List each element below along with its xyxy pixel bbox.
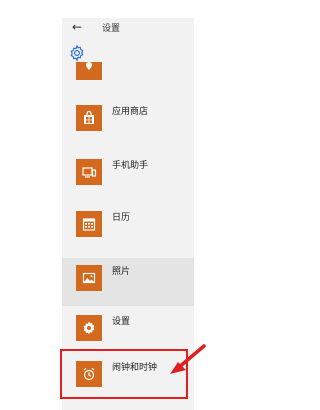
list-item-photos[interactable]: 照片 [62, 258, 194, 306]
app-label: 日历 [112, 213, 131, 223]
phone-companion-icon [76, 159, 102, 185]
app-label: 设置 [112, 317, 131, 327]
screenshot-page: ← 设置 应用商店 手机助手 日历 照片 设置 闹钟和时钟 [0, 0, 309, 410]
store-icon [76, 105, 102, 131]
list-item-store[interactable]: 应用商店 [62, 98, 194, 142]
red-arrow-icon [170, 344, 206, 374]
back-arrow-icon[interactable]: ← [72, 19, 82, 35]
app-label: 应用商店 [112, 107, 149, 117]
title-bar: ← 设置 [62, 18, 194, 40]
list-item-calendar[interactable]: 日历 [62, 204, 194, 248]
list-item-phone-companion[interactable]: 手机助手 [62, 152, 194, 196]
partial-list-item[interactable] [62, 62, 194, 80]
page-title: 设置 [102, 24, 121, 34]
settings-gear-icon [76, 315, 102, 341]
settings-gear-icon[interactable] [68, 44, 86, 62]
app-label: 手机助手 [112, 161, 149, 171]
photos-icon [76, 265, 102, 291]
app-label: 照片 [112, 267, 131, 277]
map-icon [76, 62, 102, 80]
calendar-icon [76, 211, 102, 237]
